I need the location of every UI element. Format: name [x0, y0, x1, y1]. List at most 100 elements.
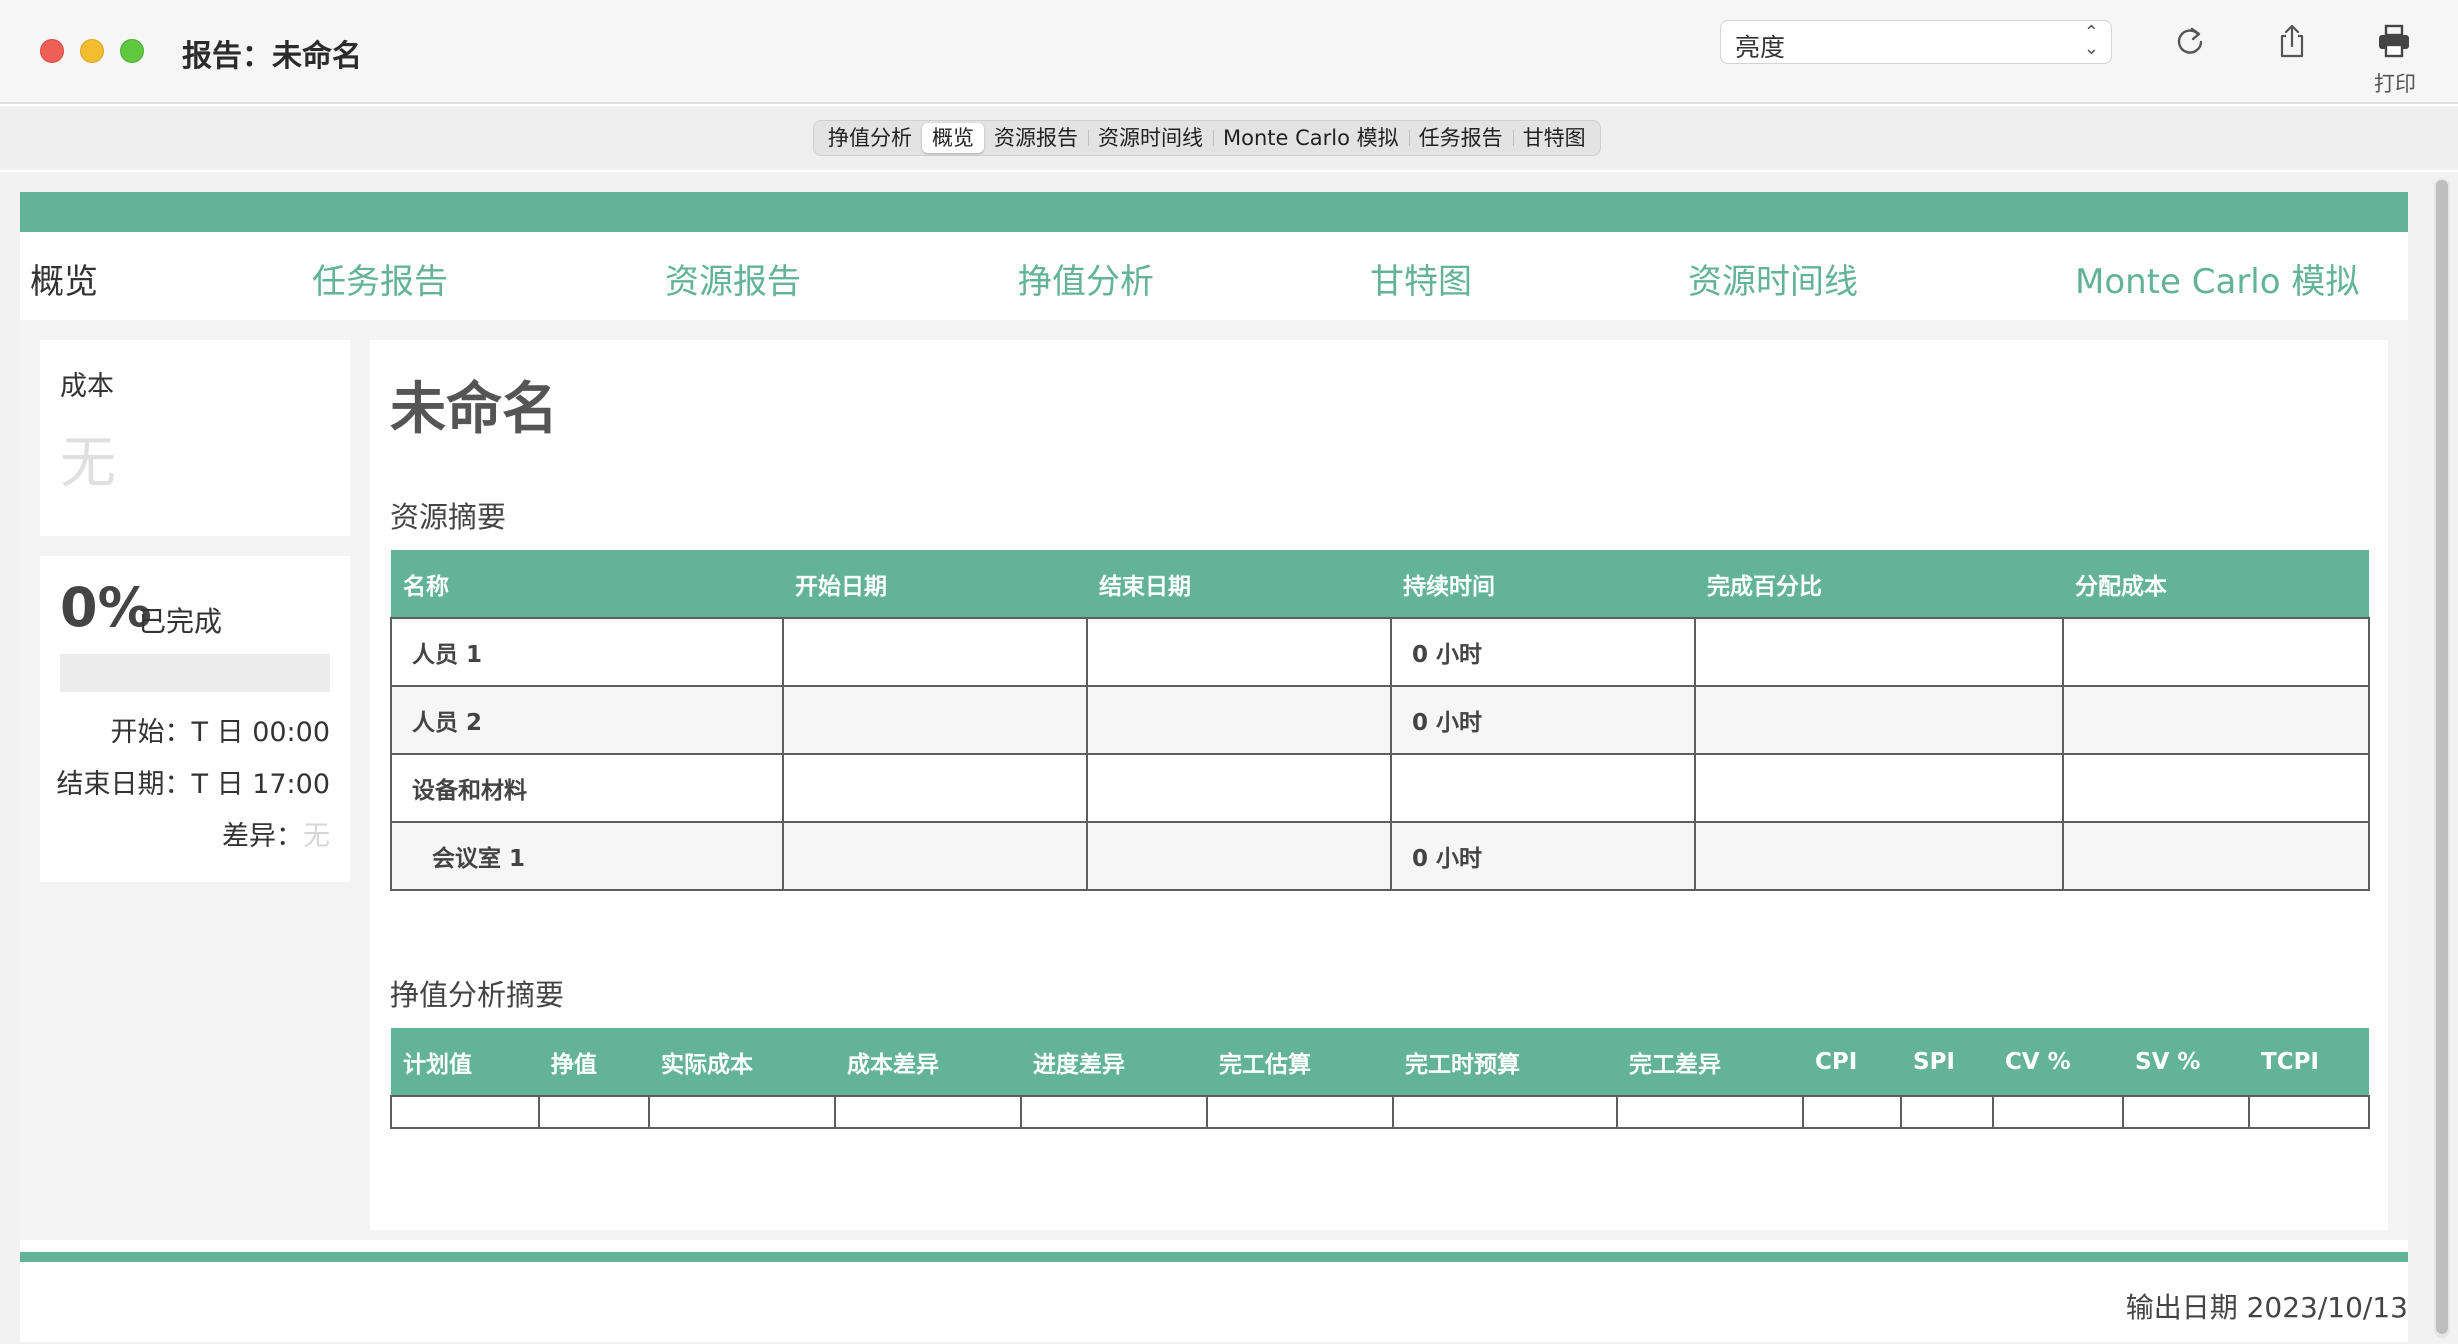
ev-cell — [1020, 1095, 1208, 1129]
cell-cost — [2062, 617, 2370, 687]
start-value: T 日 00:00 — [191, 717, 330, 748]
view-segmented-control: 挣值分析 概览 资源报告 资源时间线 Monte Carlo 模拟 任务报告 甘… — [813, 120, 1601, 156]
ev-summary-table: 计划值 挣值 实际成本 成本差异 进度差异 完工估算 完工时预算 完工差异 CP… — [390, 1028, 2370, 1129]
theme-select[interactable]: 亮度 ⌃ ⌄ — [1720, 20, 2112, 64]
nav-resource-report[interactable]: 资源报告 — [665, 254, 801, 303]
theme-select-value: 亮度 — [1735, 33, 1786, 62]
toolbar: 报告：未命名 亮度 ⌃ ⌄ 打印 — [0, 0, 2458, 104]
project-title: 未命名 — [390, 377, 558, 442]
resource-summary-table: 名称 开始日期 结束日期 持续时间 完成百分比 分配成本 人员 1 0 小时 人… — [390, 550, 2370, 891]
header-bar — [20, 192, 2408, 232]
segment-resource-timeline[interactable]: 资源时间线 — [1088, 123, 1213, 153]
share-icon[interactable] — [2272, 22, 2312, 62]
table-header-row: 名称 开始日期 结束日期 持续时间 完成百分比 分配成本 — [391, 550, 2369, 618]
cell-start — [782, 685, 1088, 755]
variance-label: 差异： — [222, 821, 303, 852]
minimize-window-button[interactable] — [80, 39, 104, 63]
chevron-updown-icon: ⌃ ⌄ — [2083, 22, 2099, 59]
variance-value: 无 — [303, 821, 330, 852]
cell-end — [1086, 821, 1392, 891]
col-percent: 完成百分比 — [1695, 550, 2063, 618]
cell-duration: 0 小时 — [1390, 617, 1696, 687]
cell-percent — [1694, 753, 2064, 823]
ev-cell — [538, 1095, 650, 1129]
ev-cell — [1392, 1095, 1618, 1129]
nav-resource-timeline[interactable]: 资源时间线 — [1688, 254, 1858, 303]
view-switcher-bar: 挣值分析 概览 资源报告 资源时间线 Monte Carlo 模拟 任务报告 甘… — [0, 106, 2458, 170]
col-spi: SPI — [1901, 1028, 1993, 1096]
cost-label: 成本 — [60, 371, 114, 402]
ev-cell — [834, 1095, 1022, 1129]
segment-overview[interactable]: 概览 — [922, 123, 984, 153]
report-nav: 概览 任务报告 资源报告 挣值分析 甘特图 资源时间线 Monte Carlo … — [20, 232, 2408, 312]
cell-name: 人员 1 — [390, 617, 784, 687]
segment-resource-report[interactable]: 资源报告 — [984, 123, 1088, 153]
close-window-button[interactable] — [40, 39, 64, 63]
cell-duration: 0 小时 — [1390, 821, 1696, 891]
printer-icon[interactable] — [2374, 22, 2414, 62]
col-schedule-variance: 进度差异 — [1021, 1028, 1207, 1096]
col-vac: 完工差异 — [1617, 1028, 1803, 1096]
cell-name: 会议室 1 — [390, 821, 784, 891]
cell-name: 设备和材料 — [390, 753, 784, 823]
col-end: 结束日期 — [1087, 550, 1391, 618]
zoom-window-button[interactable] — [120, 39, 144, 63]
segment-earned-value[interactable]: 挣值分析 — [818, 123, 922, 153]
segment-gantt[interactable]: 甘特图 — [1512, 123, 1596, 153]
cost-value: 无 — [60, 431, 116, 496]
col-name: 名称 — [391, 550, 783, 618]
window-title: 报告：未命名 — [182, 39, 362, 74]
cell-percent — [1694, 685, 2064, 755]
col-eac: 完工估算 — [1207, 1028, 1393, 1096]
progress-card: 0% 已完成 开始：T 日 00:00 结束日期：T 日 17:00 差异：无 — [40, 556, 350, 882]
cell-name: 人员 2 — [390, 685, 784, 755]
report-body: 成本 无 0% 已完成 开始：T 日 00:00 结束日期：T 日 17:00 … — [20, 320, 2408, 1240]
footer-bar — [20, 1252, 2408, 1262]
ev-cell — [2122, 1095, 2250, 1129]
nav-earned-value[interactable]: 挣值分析 — [1018, 254, 1154, 303]
cell-end — [1086, 685, 1392, 755]
cell-cost — [2062, 753, 2370, 823]
nav-task-report[interactable]: 任务报告 — [312, 254, 448, 303]
cell-duration: 0 小时 — [1390, 685, 1696, 755]
cell-start — [782, 821, 1088, 891]
ev-cell — [1992, 1095, 2124, 1129]
end-label: 结束日期： — [56, 769, 192, 800]
ev-cell — [1616, 1095, 1804, 1129]
end-row: 结束日期：T 日 17:00 — [57, 762, 330, 801]
nav-gantt[interactable]: 甘特图 — [1370, 254, 1472, 303]
nav-monte-carlo[interactable]: Monte Carlo 模拟 — [2075, 254, 2359, 303]
variance-row: 差异：无 — [222, 814, 330, 853]
scrollbar-thumb[interactable] — [2436, 180, 2448, 1334]
col-actual-cost: 实际成本 — [649, 1028, 835, 1096]
refresh-icon[interactable] — [2170, 22, 2210, 62]
report-page: 概览 任务报告 资源报告 挣值分析 甘特图 资源时间线 Monte Carlo … — [20, 192, 2408, 1342]
table-header-row: 计划值 挣值 实际成本 成本差异 进度差异 完工估算 完工时预算 完工差异 CP… — [391, 1028, 2369, 1096]
col-cost-variance: 成本差异 — [835, 1028, 1021, 1096]
cell-end — [1086, 617, 1392, 687]
percent-complete-label: 已完成 — [138, 605, 223, 638]
cost-card: 成本 无 — [40, 340, 350, 536]
cell-start — [782, 753, 1088, 823]
print-label: 打印 — [2374, 72, 2416, 96]
table-row: 会议室 1 0 小时 — [390, 821, 2370, 891]
cell-cost — [2062, 685, 2370, 755]
cell-duration — [1390, 753, 1696, 823]
segment-task-report[interactable]: 任务报告 — [1408, 123, 1513, 153]
export-date: 输出日期 2023/10/13 — [2125, 1291, 2408, 1324]
segment-monte-carlo[interactable]: Monte Carlo 模拟 — [1213, 123, 1409, 153]
cell-percent — [1694, 821, 2064, 891]
ev-cell — [2248, 1095, 2370, 1129]
cell-percent — [1694, 617, 2064, 687]
col-cost: 分配成本 — [2063, 550, 2369, 618]
start-label: 开始： — [110, 717, 192, 748]
table-row: 人员 2 0 小时 — [390, 685, 2370, 755]
col-cpi: CPI — [1803, 1028, 1901, 1096]
table-row — [390, 1095, 2370, 1129]
col-tcpi: TCPI — [2249, 1028, 2369, 1096]
nav-overview[interactable]: 概览 — [30, 254, 98, 303]
ev-cell — [648, 1095, 836, 1129]
ev-cell — [1900, 1095, 1994, 1129]
cell-end — [1086, 753, 1392, 823]
col-sv-pct: SV % — [2123, 1028, 2249, 1096]
